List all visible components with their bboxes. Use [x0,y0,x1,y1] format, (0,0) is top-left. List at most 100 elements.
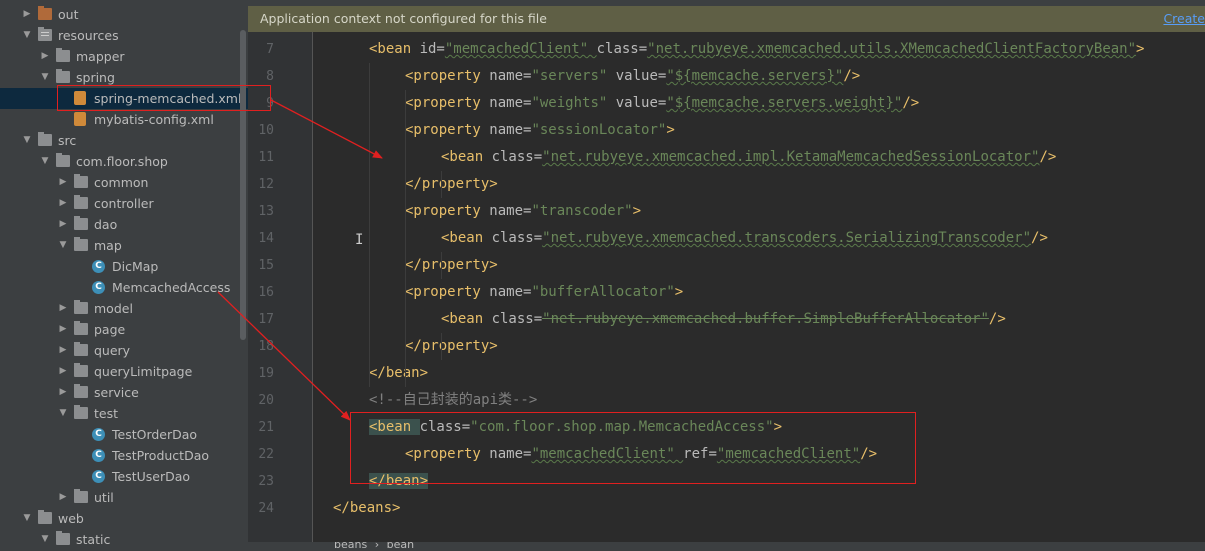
chevron-right-icon[interactable]: ▶ [58,319,68,340]
chevron-down-icon[interactable]: ▼ [40,151,50,172]
folder-icon [56,153,70,167]
line-number: 7 [266,42,274,57]
code-line: <bean id="memcachedClient" class="net.ru… [369,36,1144,63]
code-token: name= [489,446,532,462]
code-token: <!--自己封装的api类--> [369,392,538,408]
code-token: "sessionLocator" [531,122,667,138]
code-token: </property> [405,338,498,354]
tree-item[interactable]: ▶ model [0,298,248,319]
code-token: </beans> [333,500,401,516]
chevron-right-icon[interactable]: ▶ [58,487,68,508]
code-token: <bean [369,419,420,435]
code-token: <bean [441,311,492,327]
indent-guide [441,333,442,360]
code-token: class= [491,230,543,246]
tree-item[interactable]: ▼ resources [0,25,248,46]
tree-item[interactable]: ▶ queryLimitpage [0,361,248,382]
breadcrumb-bean[interactable]: bean [387,542,414,551]
folder-icon [74,195,88,209]
tree-item-label: queryLimitpage [94,364,193,379]
tree-item[interactable]: C TestProductDao [0,445,248,466]
tree-item[interactable]: ▶ controller [0,193,248,214]
tree-item[interactable]: ▼ web [0,508,248,529]
code-token: "memcachedClient" [531,446,684,462]
code-token: <bean [441,149,492,165]
chevron-down-icon[interactable]: ▼ [40,67,50,88]
chevron-right-icon[interactable]: ▶ [58,193,68,214]
code-token: </property> [405,176,498,192]
tree-item-label: com.floor.shop [76,154,168,169]
folder-icon [74,363,88,377]
chevron-down-icon[interactable]: ▼ [22,130,32,151]
tree-item[interactable]: C TestUserDao [0,466,248,487]
class-icon: C [92,449,105,462]
code-line: </property> [405,333,498,360]
tree-item[interactable]: ▼ static [0,529,248,550]
chevron-right-icon[interactable]: ▶ [40,46,50,67]
tree-item[interactable]: ▶ page [0,319,248,340]
code-token: name= [489,95,532,111]
code-line: </property> [405,171,498,198]
code-token: value= [615,68,667,84]
tree-item[interactable]: C DicMap [0,256,248,277]
tree-item[interactable]: ▶ mapper [0,46,248,67]
tree-item[interactable]: ▼ com.floor.shop [0,151,248,172]
xml-file-icon [74,112,86,126]
tree-item[interactable]: ▶ query [0,340,248,361]
breadcrumb-beans[interactable]: beans [334,542,367,551]
chevron-right-icon[interactable]: ▶ [58,214,68,235]
code-token: /> [1031,230,1048,246]
tree-item[interactable]: C TestOrderDao [0,424,248,445]
chevron-down-icon[interactable]: ▼ [58,403,68,424]
chevron-right-icon[interactable]: ▶ [58,361,68,382]
tree-item-label: MemcachedAccess [112,280,231,295]
code-token: <property [405,122,490,138]
line-number: 11 [258,150,274,165]
tree-item[interactable]: ▶ service [0,382,248,403]
chevron-right-icon[interactable]: ▶ [22,4,32,25]
tree-item-label: service [94,385,139,400]
chevron-right-icon[interactable]: ▶ [58,298,68,319]
tree-item[interactable]: ▼ src [0,130,248,151]
tree-item-label: src [58,133,77,148]
tree-item[interactable]: ▶ dao [0,214,248,235]
code-token: "memcachedClient" [444,41,597,57]
tree-item-label: web [58,511,84,526]
chevron-right-icon[interactable]: ▶ [58,382,68,403]
code-line: <property name="transcoder"> [405,198,641,225]
code-line: <property name="sessionLocator"> [405,117,675,144]
chevron-down-icon[interactable]: ▼ [22,508,32,529]
banner-message: Application context not configured for t… [260,11,547,26]
tree-item[interactable]: ▶ common [0,172,248,193]
tree-item[interactable]: mybatis-config.xml [0,109,248,130]
tree-item[interactable]: ▼ map [0,235,248,256]
indent-guide [405,90,406,387]
code-token: <bean [441,230,492,246]
chevron-right-icon[interactable]: ▶ [58,340,68,361]
line-number: 19 [258,366,274,381]
code-token: <bean [369,41,420,57]
code-token: <property [405,68,490,84]
tree-item[interactable]: ▶ util [0,487,248,508]
code-token: /> [988,311,1006,327]
chevron-down-icon[interactable]: ▼ [40,529,50,550]
create-context-link[interactable]: Create [1163,6,1205,32]
tree-item[interactable]: ▶ out [0,4,248,25]
tree-item[interactable]: ▼ test [0,403,248,424]
tree-item-label: mapper [76,49,125,64]
tree-scrollbar[interactable] [240,30,246,340]
tree-item[interactable]: ▼ spring [0,67,248,88]
line-number: 23 [258,474,274,489]
code-token: class= [491,311,543,327]
chevron-down-icon[interactable]: ▼ [22,25,32,46]
tree-item[interactable]: C MemcachedAccess [0,277,248,298]
code-editor[interactable]: <bean id="memcachedClient" class="net.ru… [313,32,1205,542]
chevron-right-icon[interactable]: ▶ [58,172,68,193]
tree-item-label: dao [94,217,118,232]
tree-item[interactable]: spring-memcached.xml [0,88,248,109]
tree-item-label: controller [94,196,154,211]
code-token: <property [405,284,490,300]
code-token: <property [405,95,490,111]
code-token: "servers" [531,68,616,84]
chevron-down-icon[interactable]: ▼ [58,235,68,256]
